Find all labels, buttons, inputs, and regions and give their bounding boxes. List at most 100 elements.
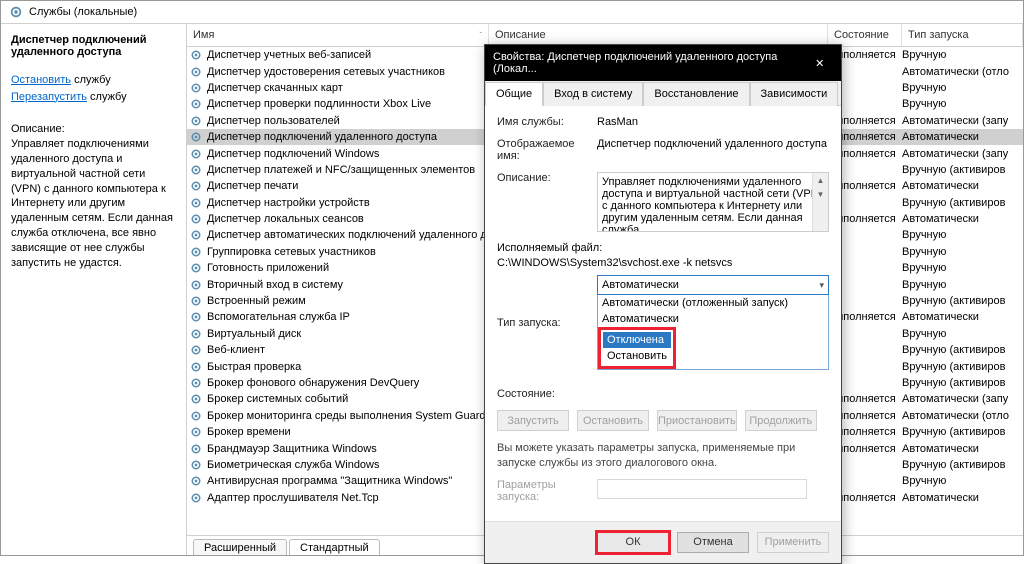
service-name: Биометрическая служба Windows (207, 459, 489, 471)
dialog-tabs: Общие Вход в систему Восстановление Зави… (485, 81, 841, 106)
cancel-button[interactable]: Отмена (677, 532, 749, 553)
service-startup: Вручную (активиров (902, 164, 1023, 176)
label-startup-type: Тип запуска: (497, 317, 597, 329)
service-name: Диспетчер подключений удаленного доступа (207, 131, 489, 143)
description-heading: Описание: (11, 123, 176, 135)
gear-icon (189, 65, 203, 79)
opt-auto[interactable]: Автоматически (598, 311, 828, 327)
gear-icon (189, 81, 203, 95)
apply-button: Применить (757, 532, 829, 553)
service-name: Диспетчер учетных веб-записей (207, 49, 489, 61)
service-name: Диспетчер подключений Windows (207, 148, 489, 160)
gear-icon (189, 327, 203, 341)
gear-icon (189, 425, 203, 439)
service-startup: Автоматически (902, 443, 1023, 455)
window-title: Службы (локальные) (29, 6, 137, 18)
service-name: Вторичный вход в систему (207, 279, 489, 291)
service-startup: Автоматически (запу (902, 393, 1023, 405)
gear-icon (189, 278, 203, 292)
restart-link[interactable]: Перезапустить (11, 91, 87, 103)
description-box[interactable]: Управляет подключениями удаленного досту… (597, 172, 829, 232)
startup-type-select[interactable]: Автоматически ▾ (597, 275, 829, 295)
service-startup: Вручную (902, 246, 1023, 258)
tab-logon[interactable]: Вход в систему (543, 82, 643, 106)
col-name[interactable]: Имяˇ (187, 24, 489, 46)
resume-button: Продолжить (745, 410, 817, 431)
stop-link[interactable]: Остановить (11, 74, 71, 86)
sort-indicator-icon: ˇ (479, 31, 482, 40)
service-startup: Вручную (активиров (902, 361, 1023, 373)
service-name: Диспетчер пользователей (207, 115, 489, 127)
gear-icon (189, 294, 203, 308)
scroll-down-icon[interactable]: ▼ (813, 187, 828, 201)
gear-icon (189, 228, 203, 242)
gear-icon (189, 196, 203, 210)
close-icon[interactable]: ✕ (807, 53, 834, 73)
stop-button: Остановить (577, 410, 649, 431)
gear-icon (189, 179, 203, 193)
service-name: Встроенный режим (207, 295, 489, 307)
gear-icon (189, 409, 203, 423)
service-startup: Автоматически (запу (902, 148, 1023, 160)
gear-icon (189, 97, 203, 111)
gear-icon (189, 458, 203, 472)
service-name: Вспомогательная служба IP (207, 311, 489, 323)
service-startup: Автоматически (902, 492, 1023, 504)
scroll-up-icon[interactable]: ▲ (813, 173, 828, 187)
gear-icon (189, 212, 203, 226)
tab-recovery[interactable]: Восстановление (643, 82, 749, 106)
tab-extended[interactable]: Расширенный (193, 539, 287, 555)
service-name: Брокер системных событий (207, 393, 489, 405)
dialog-titlebar[interactable]: Свойства: Диспетчер подключений удаленно… (485, 45, 841, 81)
service-name: Брокер мониторинга среды выполнения Syst… (207, 410, 489, 422)
service-startup: Вручную (активиров (902, 295, 1023, 307)
gear-icon (189, 343, 203, 357)
service-name: Группировка сетевых участников (207, 246, 489, 258)
service-name: Адаптер прослушивателя Net.Tcp (207, 492, 489, 504)
gear-icon (189, 392, 203, 406)
gear-icon (189, 163, 203, 177)
value-executable: C:\WINDOWS\System32\svchost.exe -k netsv… (497, 257, 732, 269)
opt-auto-delayed[interactable]: Автоматически (отложенный запуск) (598, 295, 828, 311)
gear-icon (189, 442, 203, 456)
gear-icon (189, 376, 203, 390)
ok-button[interactable]: ОК (597, 532, 669, 553)
service-startup: Автоматически (запу (902, 115, 1023, 127)
dialog-title: Свойства: Диспетчер подключений удаленно… (493, 51, 807, 75)
params-input[interactable] (597, 479, 807, 499)
service-name: Диспетчер проверки подлинности Xbox Live (207, 98, 489, 110)
service-startup: Вручную (902, 328, 1023, 340)
col-description[interactable]: Описание (489, 24, 828, 46)
chevron-down-icon: ▾ (819, 280, 824, 291)
service-startup: Вручную (активиров (902, 344, 1023, 356)
service-name: Диспетчер удостоверения сетевых участник… (207, 66, 489, 78)
service-startup: Автоматически (902, 213, 1023, 225)
service-name: Диспетчер настройки устройств (207, 197, 489, 209)
opt-disabled[interactable]: Отключена (603, 332, 671, 348)
col-state[interactable]: Состояние (828, 24, 902, 46)
service-name: Быстрая проверка (207, 361, 489, 373)
tab-dependencies[interactable]: Зависимости (750, 82, 839, 106)
col-startup[interactable]: Тип запуска (902, 24, 1023, 46)
opt-stop[interactable]: Остановить (603, 348, 671, 364)
service-startup: Автоматически (отло (902, 410, 1023, 422)
service-startup: Вручную (902, 229, 1023, 241)
service-name: Брандмауэр Защитника Windows (207, 443, 489, 455)
action-links: Остановить службу Перезапустить службу (11, 72, 176, 105)
service-startup: Вручную (902, 98, 1023, 110)
gear-icon (189, 491, 203, 505)
dialog-body: Имя службы:RasMan Отображаемое имя:Диспе… (485, 106, 841, 521)
label-params: Параметры запуска: (497, 479, 597, 503)
tab-standard[interactable]: Стандартный (289, 539, 380, 555)
window-titlebar: Службы (локальные) (1, 1, 1023, 24)
label-service-name: Имя службы: (497, 116, 597, 128)
service-startup: Вручную (активиров (902, 197, 1023, 209)
service-name: Веб-клиент (207, 344, 489, 356)
service-name: Диспетчер локальных сеансов (207, 213, 489, 225)
gear-icon (189, 474, 203, 488)
tab-general[interactable]: Общие (485, 82, 543, 106)
gear-icon (189, 360, 203, 374)
scrollbar[interactable]: ▲▼ (812, 173, 828, 231)
properties-dialog: Свойства: Диспетчер подключений удаленно… (484, 44, 842, 564)
service-name: Готовность приложений (207, 262, 489, 274)
